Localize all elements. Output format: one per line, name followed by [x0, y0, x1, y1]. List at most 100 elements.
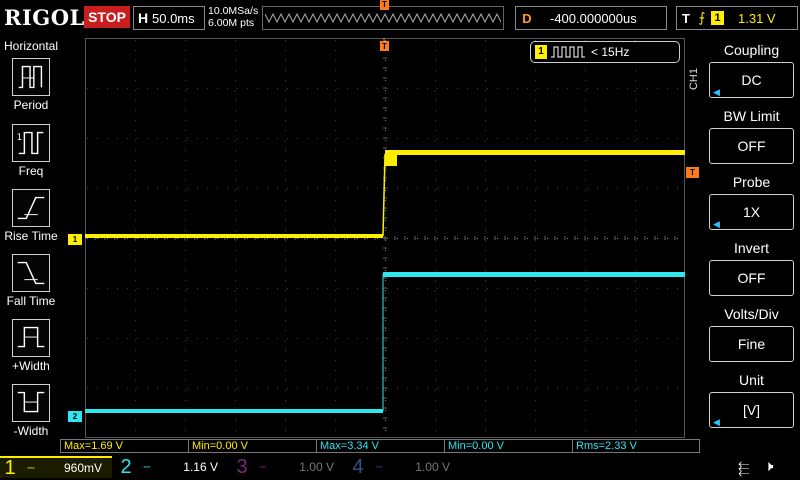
probe-value-text: 1X: [742, 204, 761, 220]
bw-limit-title: BW Limit: [723, 108, 780, 124]
ch2-trace-high: [383, 272, 685, 277]
ch1-trace-edge: [382, 153, 386, 237]
ch4-number: 4: [352, 455, 364, 478]
unit-value: ◀ [V]: [709, 392, 794, 428]
volts-div-title: Volts/Div: [724, 306, 779, 322]
positive-width-icon: [12, 319, 50, 357]
ch1-trace-high: [385, 150, 685, 155]
ch2-scale: 1.16 V: [183, 460, 218, 474]
waveform-display[interactable]: T: [85, 38, 685, 438]
delay-box[interactable]: D -400.000000us: [515, 6, 667, 30]
positive-width-button[interactable]: +Width: [0, 319, 62, 373]
ch1-scale: 960mV: [63, 461, 102, 475]
probe-value: ◀ 1X: [709, 194, 794, 230]
counter-value: < 15Hz: [591, 45, 630, 59]
ch1-coupling-icon: ⎓: [27, 462, 35, 473]
speaker-muted-icon[interactable]: 🕨: [764, 458, 773, 475]
rise-time-label: Rise Time: [4, 229, 58, 243]
channel-menu: CH1 Coupling ◀ DC BW Limit OFF Probe ◀ 1…: [686, 38, 800, 438]
ch4-coupling-icon: ⎓: [375, 461, 383, 472]
freq-button[interactable]: 1 Freq: [0, 124, 62, 178]
delay-value: -400.000000us: [550, 10, 637, 26]
rising-edge-icon: ⨍: [698, 10, 706, 25]
freq-label: Freq: [18, 164, 44, 178]
period-label: Period: [13, 98, 49, 112]
measurement-ch1-min[interactable]: Min=0.00 V: [188, 439, 316, 453]
svg-text:1: 1: [17, 133, 22, 143]
negative-width-label: -Width: [13, 424, 49, 438]
bw-limit-button[interactable]: BW Limit OFF: [705, 106, 798, 168]
memory-depth: 6.00M pts: [208, 17, 255, 29]
top-status-bar: RIGOL STOP H 50.0ms 10.0MSa/s 6.00M pts …: [0, 0, 800, 36]
bw-limit-value: OFF: [709, 128, 794, 164]
usb-icon: ⬱: [738, 460, 750, 476]
volts-div-button[interactable]: Volts/Div Fine: [705, 304, 798, 366]
sample-rate: 10.0MSa/s: [208, 5, 259, 17]
trigger-source: 1: [711, 11, 724, 25]
fall-time-icon: [12, 254, 50, 292]
timebase-letter: H: [137, 10, 149, 26]
invert-value: OFF: [709, 260, 794, 296]
trigger-level: 1.31 V: [738, 10, 776, 26]
counter-channel: 1: [535, 45, 547, 59]
ch2-trace-low: [85, 409, 383, 413]
measurement-ch1-max[interactable]: Max=1.69 V: [60, 439, 188, 453]
freq-icon: 1: [12, 124, 50, 162]
measurement-ch2-min[interactable]: Min=0.00 V: [444, 439, 572, 453]
ch2-offset-marker[interactable]: 2: [68, 411, 82, 422]
unit-button[interactable]: Unit ◀ [V]: [705, 370, 798, 432]
positive-width-label: +Width: [12, 359, 50, 373]
measurement-bar: Max=1.69 V Min=0.00 V Max=3.34 V Min=0.0…: [60, 439, 700, 453]
ch4-scale: 1.00 V: [415, 460, 450, 474]
ch2-number: 2: [120, 455, 132, 478]
trigger-box[interactable]: T ⨍ 1 1.31 V: [676, 6, 798, 30]
coupling-title: Coupling: [723, 42, 780, 58]
ch3-scale: 1.00 V: [299, 460, 334, 474]
timebase-box[interactable]: H 50.0ms: [133, 6, 205, 30]
brand-logo: RIGOL: [4, 5, 85, 30]
coupling-value-text: DC: [741, 72, 762, 88]
ch2-coupling-icon: ⎓: [143, 461, 151, 472]
coupling-button[interactable]: Coupling ◀ DC: [705, 40, 798, 102]
probe-title: Probe: [732, 174, 771, 190]
rise-time-button[interactable]: Rise Time: [0, 189, 62, 243]
period-icon: [12, 58, 50, 96]
negative-width-button[interactable]: -Width: [0, 384, 62, 438]
channel-status-bar: 1 ⎓ 960mV 2 ⎓ 1.16 V 3 ⎓ 1.00 V 4 ⎓ 1.00…: [0, 454, 800, 480]
memory-waveform-icon: [265, 12, 501, 24]
delay-letter: D: [522, 10, 532, 26]
invert-title: Invert: [733, 240, 769, 256]
pulse-train-icon: [551, 46, 585, 58]
negative-width-icon: [12, 384, 50, 422]
volts-div-value: Fine: [709, 326, 794, 362]
ch3-coupling-icon: ⎓: [259, 461, 267, 472]
measurement-ch2-rms[interactable]: Rms=2.33 V: [572, 439, 700, 453]
left-arrow-icon: ◀: [713, 87, 720, 97]
period-button[interactable]: Period: [0, 58, 62, 112]
ch3-number: 3: [236, 455, 248, 478]
measurement-ch2-max[interactable]: Max=3.34 V: [316, 439, 444, 453]
trigger-position-marker[interactable]: T: [380, 0, 389, 10]
run-stop-status[interactable]: STOP: [84, 6, 130, 28]
probe-button[interactable]: Probe ◀ 1X: [705, 172, 798, 234]
ch4-status[interactable]: 4 ⎓ 1.00 V: [348, 456, 460, 478]
ch1-offset-marker[interactable]: 1: [68, 234, 82, 245]
ch1-status[interactable]: 1 ⎓ 960mV: [0, 456, 112, 479]
trigger-letter: T: [682, 10, 690, 26]
channel-label: CH1: [688, 68, 700, 91]
fall-time-label: Fall Time: [6, 294, 56, 308]
rise-time-icon: [12, 189, 50, 227]
left-arrow-icon: ◀: [713, 219, 720, 229]
fall-time-button[interactable]: Fall Time: [0, 254, 62, 308]
timebase-value: 50.0ms: [152, 10, 195, 26]
invert-button[interactable]: Invert OFF: [705, 238, 798, 300]
sample-info: 10.0MSa/s 6.00M pts: [208, 5, 258, 29]
horizontal-measure-menu: Horizontal Period 1 Freq Rise Time Fall …: [0, 38, 62, 438]
ch2-status[interactable]: 2 ⎓ 1.16 V: [116, 456, 228, 478]
ch1-trace-low: [85, 234, 383, 238]
ch3-status[interactable]: 3 ⎓ 1.00 V: [232, 456, 344, 478]
unit-title: Unit: [739, 372, 764, 388]
frequency-counter: 1 < 15Hz: [530, 41, 680, 63]
left-arrow-icon: ◀: [713, 417, 720, 427]
menu-title: Horizontal: [3, 39, 59, 53]
